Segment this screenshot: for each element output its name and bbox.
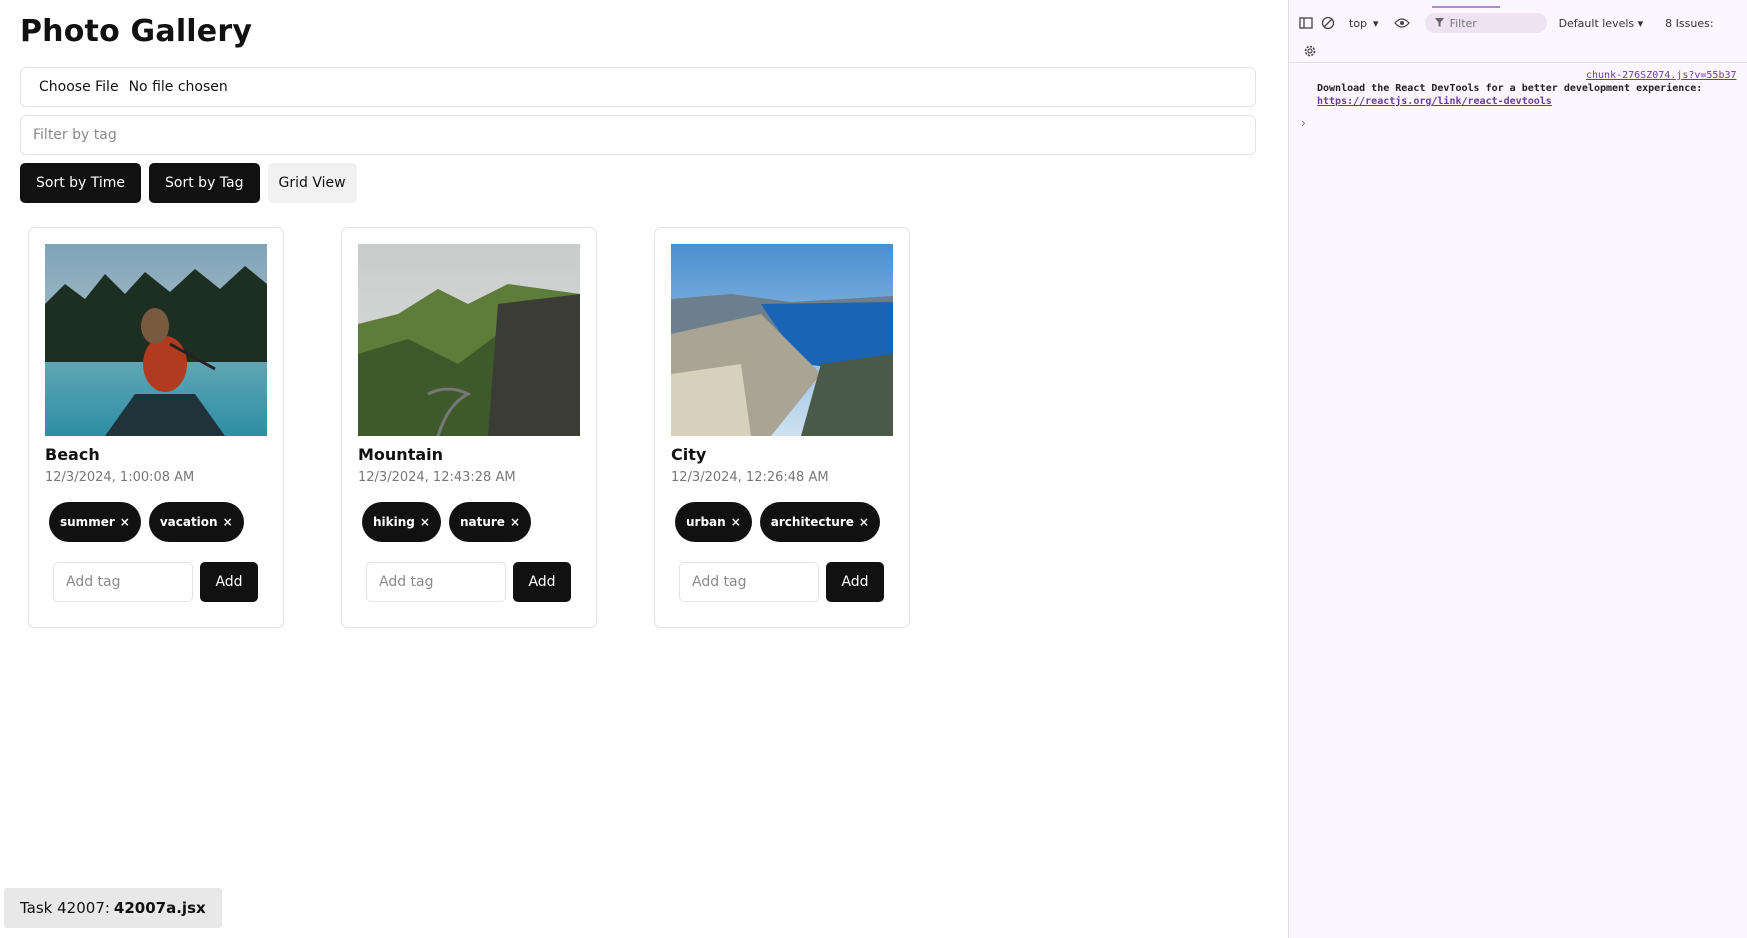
- add-tag-button[interactable]: Add: [513, 562, 571, 602]
- tag-label: hiking: [373, 515, 415, 529]
- remove-tag-icon[interactable]: ×: [120, 515, 130, 529]
- tag-label: summer: [60, 515, 115, 529]
- photo-date: 12/3/2024, 12:43:28 AM: [358, 470, 516, 485]
- remove-tag-icon[interactable]: ×: [510, 515, 520, 529]
- file-input[interactable]: Choose File No file chosen: [20, 67, 1256, 107]
- tag-list: urban × architecture ×: [675, 502, 880, 542]
- file-status-text: No file chosen: [128, 79, 228, 95]
- remove-tag-icon[interactable]: ×: [223, 515, 233, 529]
- devtools-panel: top ▾ Filter Default levels ▾ 8 Issues: …: [1288, 0, 1747, 938]
- tag-chip: summer ×: [49, 502, 141, 542]
- photo-image-city: [671, 244, 893, 436]
- photo-name: City: [671, 445, 707, 464]
- console-source-link[interactable]: chunk-276SZ074.js?v=55b37: [1586, 70, 1737, 81]
- photo-date: 12/3/2024, 1:00:08 AM: [45, 470, 195, 485]
- grid-view-button[interactable]: Grid View: [267, 163, 357, 203]
- log-levels-label: Default levels: [1558, 16, 1635, 30]
- photo-name: Mountain: [358, 445, 444, 464]
- clear-console-icon[interactable]: [1317, 12, 1339, 34]
- tag-filter-input[interactable]: [20, 115, 1256, 155]
- gear-icon[interactable]: [1299, 40, 1321, 62]
- remove-tag-icon[interactable]: ×: [731, 515, 741, 529]
- tag-chip: hiking ×: [362, 502, 441, 542]
- tag-label: vacation: [159, 515, 218, 529]
- add-tag-input[interactable]: [53, 562, 193, 602]
- filter-placeholder: Filter: [1449, 16, 1477, 30]
- task-label: Task 42007: 42007a.jsx: [4, 888, 222, 928]
- remove-tag-icon[interactable]: ×: [420, 515, 430, 529]
- console-prompt-icon[interactable]: ›: [1301, 116, 1306, 130]
- tag-list: summer × vacation ×: [49, 502, 244, 542]
- add-tag-button[interactable]: Add: [200, 562, 258, 602]
- tag-chip: vacation ×: [148, 502, 244, 542]
- task-file: 42007a.jsx: [113, 899, 206, 917]
- console-filter-input[interactable]: Filter: [1424, 13, 1547, 33]
- tag-chip: nature ×: [448, 502, 531, 542]
- add-tag-button[interactable]: Add: [826, 562, 884, 602]
- log-levels-dropdown[interactable]: Default levels ▾: [1559, 17, 1644, 30]
- console-message: Download the React DevTools for a better…: [1317, 83, 1703, 94]
- sort-by-tag-button[interactable]: Sort by Tag: [149, 163, 260, 203]
- tag-label: architecture: [770, 515, 854, 529]
- filter-icon: [1434, 17, 1444, 30]
- remove-tag-icon[interactable]: ×: [859, 515, 869, 529]
- issues-counter[interactable]: 8 Issues:: [1665, 17, 1713, 30]
- react-devtools-link[interactable]: https://reactjs.org/link/react-devtools: [1317, 96, 1552, 107]
- add-tag-row: Add: [53, 562, 258, 602]
- photo-name: Beach: [45, 445, 100, 464]
- devtools-active-tab-indicator: [1432, 6, 1500, 8]
- toolbar: Sort by Time Sort by Tag Grid View: [20, 163, 357, 203]
- devtools-toolbar: top ▾ Filter Default levels ▾ 8 Issues:: [1289, 10, 1747, 36]
- tag-label: nature: [459, 515, 505, 529]
- context-selector[interactable]: top ▾: [1349, 17, 1379, 30]
- eye-icon[interactable]: [1391, 12, 1413, 34]
- add-tag-input[interactable]: [366, 562, 506, 602]
- chevron-down-icon: ▾: [1637, 16, 1644, 30]
- photo-card: Beach 12/3/2024, 1:00:08 AM summer × vac…: [28, 227, 284, 628]
- sidebar-toggle-icon[interactable]: [1295, 12, 1317, 34]
- add-tag-row: Add: [366, 562, 571, 602]
- tag-chip: architecture ×: [759, 502, 880, 542]
- task-prefix: Task 42007:: [20, 899, 110, 917]
- add-tag-input[interactable]: [679, 562, 819, 602]
- devtools-divider: [1289, 62, 1747, 63]
- app-main: Photo Gallery Choose File No file chosen…: [0, 0, 1288, 938]
- choose-file-button[interactable]: Choose File: [39, 79, 119, 95]
- photo-image-beach: [45, 244, 267, 436]
- photo-card: Mountain 12/3/2024, 12:43:28 AM hiking ×…: [341, 227, 597, 628]
- add-tag-row: Add: [679, 562, 884, 602]
- photo-image-mountain: [358, 244, 580, 436]
- sort-by-time-button[interactable]: Sort by Time: [20, 163, 142, 203]
- chevron-down-icon: ▾: [1373, 16, 1379, 30]
- context-label: top: [1349, 16, 1368, 30]
- tag-chip: urban ×: [675, 502, 752, 542]
- photo-card: City 12/3/2024, 12:26:48 AM urban × arch…: [654, 227, 910, 628]
- page-title: Photo Gallery: [20, 14, 253, 49]
- photo-date: 12/3/2024, 12:26:48 AM: [671, 470, 829, 485]
- tag-label: urban: [686, 515, 726, 529]
- tag-list: hiking × nature ×: [362, 502, 531, 542]
